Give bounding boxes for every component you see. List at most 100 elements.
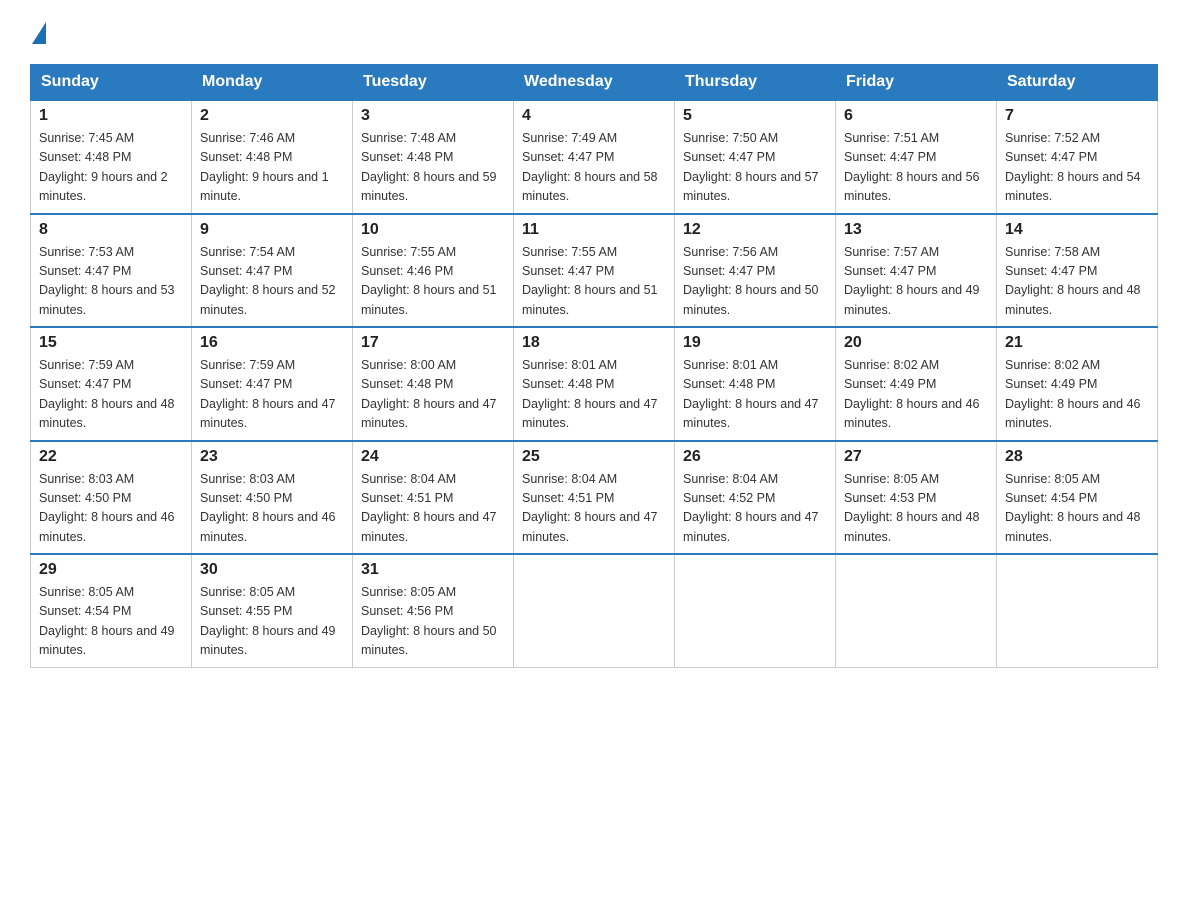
calendar-cell: 30 Sunrise: 8:05 AMSunset: 4:55 PMDaylig… (192, 554, 353, 667)
day-info: Sunrise: 8:04 AMSunset: 4:51 PMDaylight:… (361, 470, 505, 548)
calendar-cell: 23 Sunrise: 8:03 AMSunset: 4:50 PMDaylig… (192, 441, 353, 555)
calendar-cell: 12 Sunrise: 7:56 AMSunset: 4:47 PMDaylig… (675, 214, 836, 328)
day-number: 26 (683, 448, 827, 466)
calendar-header-row: SundayMondayTuesdayWednesdayThursdayFrid… (31, 65, 1158, 101)
day-number: 13 (844, 221, 988, 239)
day-info: Sunrise: 7:45 AMSunset: 4:48 PMDaylight:… (39, 129, 183, 207)
day-number: 3 (361, 107, 505, 125)
logo-triangle-icon (32, 22, 46, 44)
day-info: Sunrise: 8:04 AMSunset: 4:52 PMDaylight:… (683, 470, 827, 548)
day-number: 10 (361, 221, 505, 239)
day-info: Sunrise: 8:02 AMSunset: 4:49 PMDaylight:… (844, 356, 988, 434)
day-info: Sunrise: 8:04 AMSunset: 4:51 PMDaylight:… (522, 470, 666, 548)
day-number: 7 (1005, 107, 1149, 125)
column-header-sunday: Sunday (31, 65, 192, 101)
day-number: 24 (361, 448, 505, 466)
day-number: 25 (522, 448, 666, 466)
day-number: 12 (683, 221, 827, 239)
day-number: 11 (522, 221, 666, 239)
calendar-cell (675, 554, 836, 667)
calendar-week-row: 8 Sunrise: 7:53 AMSunset: 4:47 PMDayligh… (31, 214, 1158, 328)
column-header-wednesday: Wednesday (514, 65, 675, 101)
calendar-cell: 11 Sunrise: 7:55 AMSunset: 4:47 PMDaylig… (514, 214, 675, 328)
day-info: Sunrise: 8:05 AMSunset: 4:56 PMDaylight:… (361, 583, 505, 661)
calendar-week-row: 29 Sunrise: 8:05 AMSunset: 4:54 PMDaylig… (31, 554, 1158, 667)
day-info: Sunrise: 7:55 AMSunset: 4:46 PMDaylight:… (361, 243, 505, 321)
day-number: 9 (200, 221, 344, 239)
day-info: Sunrise: 7:57 AMSunset: 4:47 PMDaylight:… (844, 243, 988, 321)
day-number: 21 (1005, 334, 1149, 352)
day-number: 22 (39, 448, 183, 466)
day-number: 27 (844, 448, 988, 466)
day-info: Sunrise: 8:03 AMSunset: 4:50 PMDaylight:… (39, 470, 183, 548)
column-header-thursday: Thursday (675, 65, 836, 101)
calendar-cell (836, 554, 997, 667)
calendar-week-row: 22 Sunrise: 8:03 AMSunset: 4:50 PMDaylig… (31, 441, 1158, 555)
day-number: 28 (1005, 448, 1149, 466)
day-info: Sunrise: 7:52 AMSunset: 4:47 PMDaylight:… (1005, 129, 1149, 207)
day-number: 14 (1005, 221, 1149, 239)
calendar-cell: 22 Sunrise: 8:03 AMSunset: 4:50 PMDaylig… (31, 441, 192, 555)
page-header (30, 20, 1158, 44)
day-info: Sunrise: 7:59 AMSunset: 4:47 PMDaylight:… (200, 356, 344, 434)
calendar-cell: 26 Sunrise: 8:04 AMSunset: 4:52 PMDaylig… (675, 441, 836, 555)
calendar-cell: 27 Sunrise: 8:05 AMSunset: 4:53 PMDaylig… (836, 441, 997, 555)
calendar-cell: 10 Sunrise: 7:55 AMSunset: 4:46 PMDaylig… (353, 214, 514, 328)
calendar-cell: 25 Sunrise: 8:04 AMSunset: 4:51 PMDaylig… (514, 441, 675, 555)
calendar-cell: 15 Sunrise: 7:59 AMSunset: 4:47 PMDaylig… (31, 327, 192, 441)
day-number: 23 (200, 448, 344, 466)
day-info: Sunrise: 7:50 AMSunset: 4:47 PMDaylight:… (683, 129, 827, 207)
calendar-cell: 18 Sunrise: 8:01 AMSunset: 4:48 PMDaylig… (514, 327, 675, 441)
day-info: Sunrise: 7:59 AMSunset: 4:47 PMDaylight:… (39, 356, 183, 434)
day-info: Sunrise: 8:05 AMSunset: 4:55 PMDaylight:… (200, 583, 344, 661)
calendar-cell: 2 Sunrise: 7:46 AMSunset: 4:48 PMDayligh… (192, 100, 353, 214)
calendar-table: SundayMondayTuesdayWednesdayThursdayFrid… (30, 64, 1158, 668)
calendar-cell: 16 Sunrise: 7:59 AMSunset: 4:47 PMDaylig… (192, 327, 353, 441)
day-info: Sunrise: 7:53 AMSunset: 4:47 PMDaylight:… (39, 243, 183, 321)
calendar-cell: 19 Sunrise: 8:01 AMSunset: 4:48 PMDaylig… (675, 327, 836, 441)
calendar-cell: 7 Sunrise: 7:52 AMSunset: 4:47 PMDayligh… (997, 100, 1158, 214)
calendar-week-row: 1 Sunrise: 7:45 AMSunset: 4:48 PMDayligh… (31, 100, 1158, 214)
day-info: Sunrise: 7:51 AMSunset: 4:47 PMDaylight:… (844, 129, 988, 207)
column-header-tuesday: Tuesday (353, 65, 514, 101)
day-info: Sunrise: 8:05 AMSunset: 4:53 PMDaylight:… (844, 470, 988, 548)
day-number: 8 (39, 221, 183, 239)
calendar-cell: 6 Sunrise: 7:51 AMSunset: 4:47 PMDayligh… (836, 100, 997, 214)
calendar-cell: 17 Sunrise: 8:00 AMSunset: 4:48 PMDaylig… (353, 327, 514, 441)
day-info: Sunrise: 8:05 AMSunset: 4:54 PMDaylight:… (1005, 470, 1149, 548)
day-info: Sunrise: 8:02 AMSunset: 4:49 PMDaylight:… (1005, 356, 1149, 434)
day-info: Sunrise: 7:58 AMSunset: 4:47 PMDaylight:… (1005, 243, 1149, 321)
day-number: 31 (361, 561, 505, 579)
column-header-friday: Friday (836, 65, 997, 101)
day-info: Sunrise: 8:00 AMSunset: 4:48 PMDaylight:… (361, 356, 505, 434)
day-info: Sunrise: 7:56 AMSunset: 4:47 PMDaylight:… (683, 243, 827, 321)
day-number: 6 (844, 107, 988, 125)
day-info: Sunrise: 7:48 AMSunset: 4:48 PMDaylight:… (361, 129, 505, 207)
calendar-cell: 24 Sunrise: 8:04 AMSunset: 4:51 PMDaylig… (353, 441, 514, 555)
calendar-cell: 8 Sunrise: 7:53 AMSunset: 4:47 PMDayligh… (31, 214, 192, 328)
day-number: 18 (522, 334, 666, 352)
logo (30, 20, 46, 44)
day-number: 2 (200, 107, 344, 125)
day-info: Sunrise: 8:01 AMSunset: 4:48 PMDaylight:… (683, 356, 827, 434)
calendar-cell: 1 Sunrise: 7:45 AMSunset: 4:48 PMDayligh… (31, 100, 192, 214)
calendar-cell: 20 Sunrise: 8:02 AMSunset: 4:49 PMDaylig… (836, 327, 997, 441)
calendar-cell: 28 Sunrise: 8:05 AMSunset: 4:54 PMDaylig… (997, 441, 1158, 555)
calendar-cell: 29 Sunrise: 8:05 AMSunset: 4:54 PMDaylig… (31, 554, 192, 667)
calendar-cell: 13 Sunrise: 7:57 AMSunset: 4:47 PMDaylig… (836, 214, 997, 328)
day-info: Sunrise: 7:55 AMSunset: 4:47 PMDaylight:… (522, 243, 666, 321)
day-number: 5 (683, 107, 827, 125)
day-number: 16 (200, 334, 344, 352)
calendar-cell: 3 Sunrise: 7:48 AMSunset: 4:48 PMDayligh… (353, 100, 514, 214)
day-number: 30 (200, 561, 344, 579)
day-number: 29 (39, 561, 183, 579)
day-info: Sunrise: 7:54 AMSunset: 4:47 PMDaylight:… (200, 243, 344, 321)
calendar-cell: 4 Sunrise: 7:49 AMSunset: 4:47 PMDayligh… (514, 100, 675, 214)
calendar-cell: 9 Sunrise: 7:54 AMSunset: 4:47 PMDayligh… (192, 214, 353, 328)
calendar-cell: 31 Sunrise: 8:05 AMSunset: 4:56 PMDaylig… (353, 554, 514, 667)
day-number: 1 (39, 107, 183, 125)
calendar-week-row: 15 Sunrise: 7:59 AMSunset: 4:47 PMDaylig… (31, 327, 1158, 441)
day-number: 17 (361, 334, 505, 352)
day-info: Sunrise: 7:46 AMSunset: 4:48 PMDaylight:… (200, 129, 344, 207)
calendar-cell (997, 554, 1158, 667)
